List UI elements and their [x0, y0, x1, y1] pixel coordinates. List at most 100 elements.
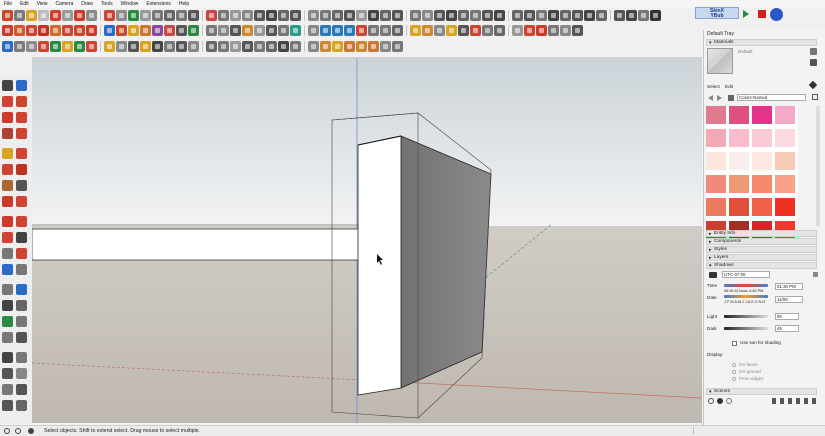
row1-tool-icon-22[interactable] [266, 10, 277, 21]
row3-tool-icon-10[interactable] [116, 41, 127, 52]
row1-tool-icon-48[interactable] [596, 10, 607, 21]
row1-tool-icon-35[interactable] [434, 10, 445, 21]
row3-tool-icon-22[interactable] [266, 41, 277, 52]
row2-tool-icon-19[interactable] [230, 25, 241, 36]
row1-tool-icon-4[interactable] [38, 10, 49, 21]
material-swatch[interactable] [752, 175, 772, 193]
row3-tool-icon-17[interactable] [206, 41, 217, 52]
row2-tool-icon-40[interactable] [494, 25, 505, 36]
row1-tool-icon-47[interactable] [584, 10, 595, 21]
material-swatch[interactable] [775, 198, 795, 216]
create-material-icon[interactable] [810, 48, 817, 55]
row3-tool-icon-4[interactable] [38, 41, 49, 52]
left-tool-icon-39[interactable] [2, 400, 13, 411]
left-tool-icon-12[interactable] [16, 164, 27, 175]
row2-tool-icon-46[interactable] [572, 25, 583, 36]
row2-tool-icon-10[interactable] [116, 25, 127, 36]
row3-tool-icon-18[interactable] [218, 41, 229, 52]
dark-field[interactable]: 45 [775, 325, 799, 332]
row2-tool-icon-42[interactable] [524, 25, 535, 36]
row3-tool-icon-3[interactable] [26, 41, 37, 52]
row1-tool-icon-51[interactable] [638, 10, 649, 21]
row1-tool-icon-25[interactable] [308, 10, 319, 21]
row1-tool-icon-13[interactable] [152, 10, 163, 21]
row2-tool-icon-37[interactable] [458, 25, 469, 36]
row1-tool-icon-9[interactable] [104, 10, 115, 21]
left-tool-icon-34[interactable] [16, 352, 27, 363]
menu-item-help[interactable]: Help [175, 0, 193, 8]
row1-tool-icon-43[interactable] [536, 10, 547, 21]
shadows-toggle-icon[interactable] [709, 272, 717, 278]
display-option-checkbox[interactable] [732, 370, 736, 374]
row2-tool-icon-29[interactable] [356, 25, 367, 36]
menu-item-extensions[interactable]: Extensions [142, 0, 174, 8]
row2-tool-icon-23[interactable] [278, 25, 289, 36]
left-tool-icon-17[interactable] [2, 216, 13, 227]
row1-tool-icon-3[interactable] [26, 10, 37, 21]
row2-tool-icon-1[interactable] [2, 25, 13, 36]
row3-tool-icon-27[interactable] [332, 41, 343, 52]
row1-tool-icon-49[interactable] [614, 10, 625, 21]
details-icon[interactable] [813, 272, 818, 277]
row2-tool-icon-17[interactable] [206, 25, 217, 36]
row3-tool-icon-32[interactable] [392, 41, 403, 52]
row1-tool-icon-15[interactable] [176, 10, 187, 21]
light-field[interactable]: 80 [775, 313, 799, 320]
row3-tool-icon-1[interactable] [2, 41, 13, 52]
left-tool-icon-28[interactable] [16, 300, 27, 311]
row1-tool-icon-20[interactable] [242, 10, 253, 21]
material-swatch[interactable] [729, 198, 749, 216]
left-tool-icon-18[interactable] [16, 216, 27, 227]
row1-tool-icon-37[interactable] [458, 10, 469, 21]
row3-tool-icon-19[interactable] [230, 41, 241, 52]
row3-tool-icon-16[interactable] [188, 41, 199, 52]
display-option-checkbox[interactable] [732, 377, 736, 381]
swatch-scrollbar[interactable] [816, 106, 820, 226]
row1-tool-icon-29[interactable] [356, 10, 367, 21]
credits-icon[interactable] [15, 428, 21, 434]
row3-tool-icon-26[interactable] [320, 41, 331, 52]
row1-tool-icon-17[interactable] [206, 10, 217, 21]
row1-tool-icon-52[interactable] [650, 10, 661, 21]
timezone-select[interactable]: UTC-07:00 [722, 271, 770, 278]
row1-tool-icon-12[interactable] [140, 10, 151, 21]
material-swatch[interactable] [729, 152, 749, 170]
row2-tool-icon-43[interactable] [536, 25, 547, 36]
row2-tool-icon-33[interactable] [410, 25, 421, 36]
geo-location-icon[interactable] [4, 428, 10, 434]
left-tool-icon-3[interactable] [2, 96, 13, 107]
measurements-box[interactable] [693, 427, 704, 434]
row2-tool-icon-8[interactable] [86, 25, 97, 36]
row2-tool-icon-35[interactable] [434, 25, 445, 36]
row1-tool-icon-50[interactable] [626, 10, 637, 21]
row1-tool-icon-5[interactable] [50, 10, 61, 21]
row2-tool-icon-14[interactable] [164, 25, 175, 36]
row2-tool-icon-9[interactable] [104, 25, 115, 36]
left-tool-icon-15[interactable] [2, 196, 13, 207]
row3-tool-icon-14[interactable] [164, 41, 175, 52]
row2-tool-icon-30[interactable] [368, 25, 379, 36]
left-tool-icon-21[interactable] [2, 248, 13, 259]
row1-tool-icon-33[interactable] [410, 10, 421, 21]
layers-header[interactable]: Layers [706, 254, 817, 261]
row2-tool-icon-5[interactable] [50, 25, 61, 36]
left-tool-icon-7[interactable] [2, 128, 13, 139]
library-select[interactable]: Colors-Named [737, 94, 806, 101]
material-swatch[interactable] [706, 106, 726, 124]
row3-tool-icon-29[interactable] [356, 41, 367, 52]
left-tool-icon-4[interactable] [16, 96, 27, 107]
left-tool-icon-1[interactable] [2, 80, 13, 91]
material-swatch[interactable] [706, 198, 726, 216]
left-tool-icon-8[interactable] [16, 128, 27, 139]
row1-tool-icon-32[interactable] [392, 10, 403, 21]
entity-info-header[interactable]: Entity Info [706, 230, 817, 237]
material-swatch[interactable] [775, 175, 795, 193]
row1-tool-icon-45[interactable] [560, 10, 571, 21]
row1-tool-icon-6[interactable] [62, 10, 73, 21]
material-swatch[interactable] [752, 106, 772, 124]
material-swatch[interactable] [752, 198, 772, 216]
left-tool-icon-11[interactable] [2, 164, 13, 175]
row2-tool-icon-28[interactable] [344, 25, 355, 36]
row2-tool-icon-41[interactable] [512, 25, 523, 36]
row2-tool-icon-27[interactable] [332, 25, 343, 36]
